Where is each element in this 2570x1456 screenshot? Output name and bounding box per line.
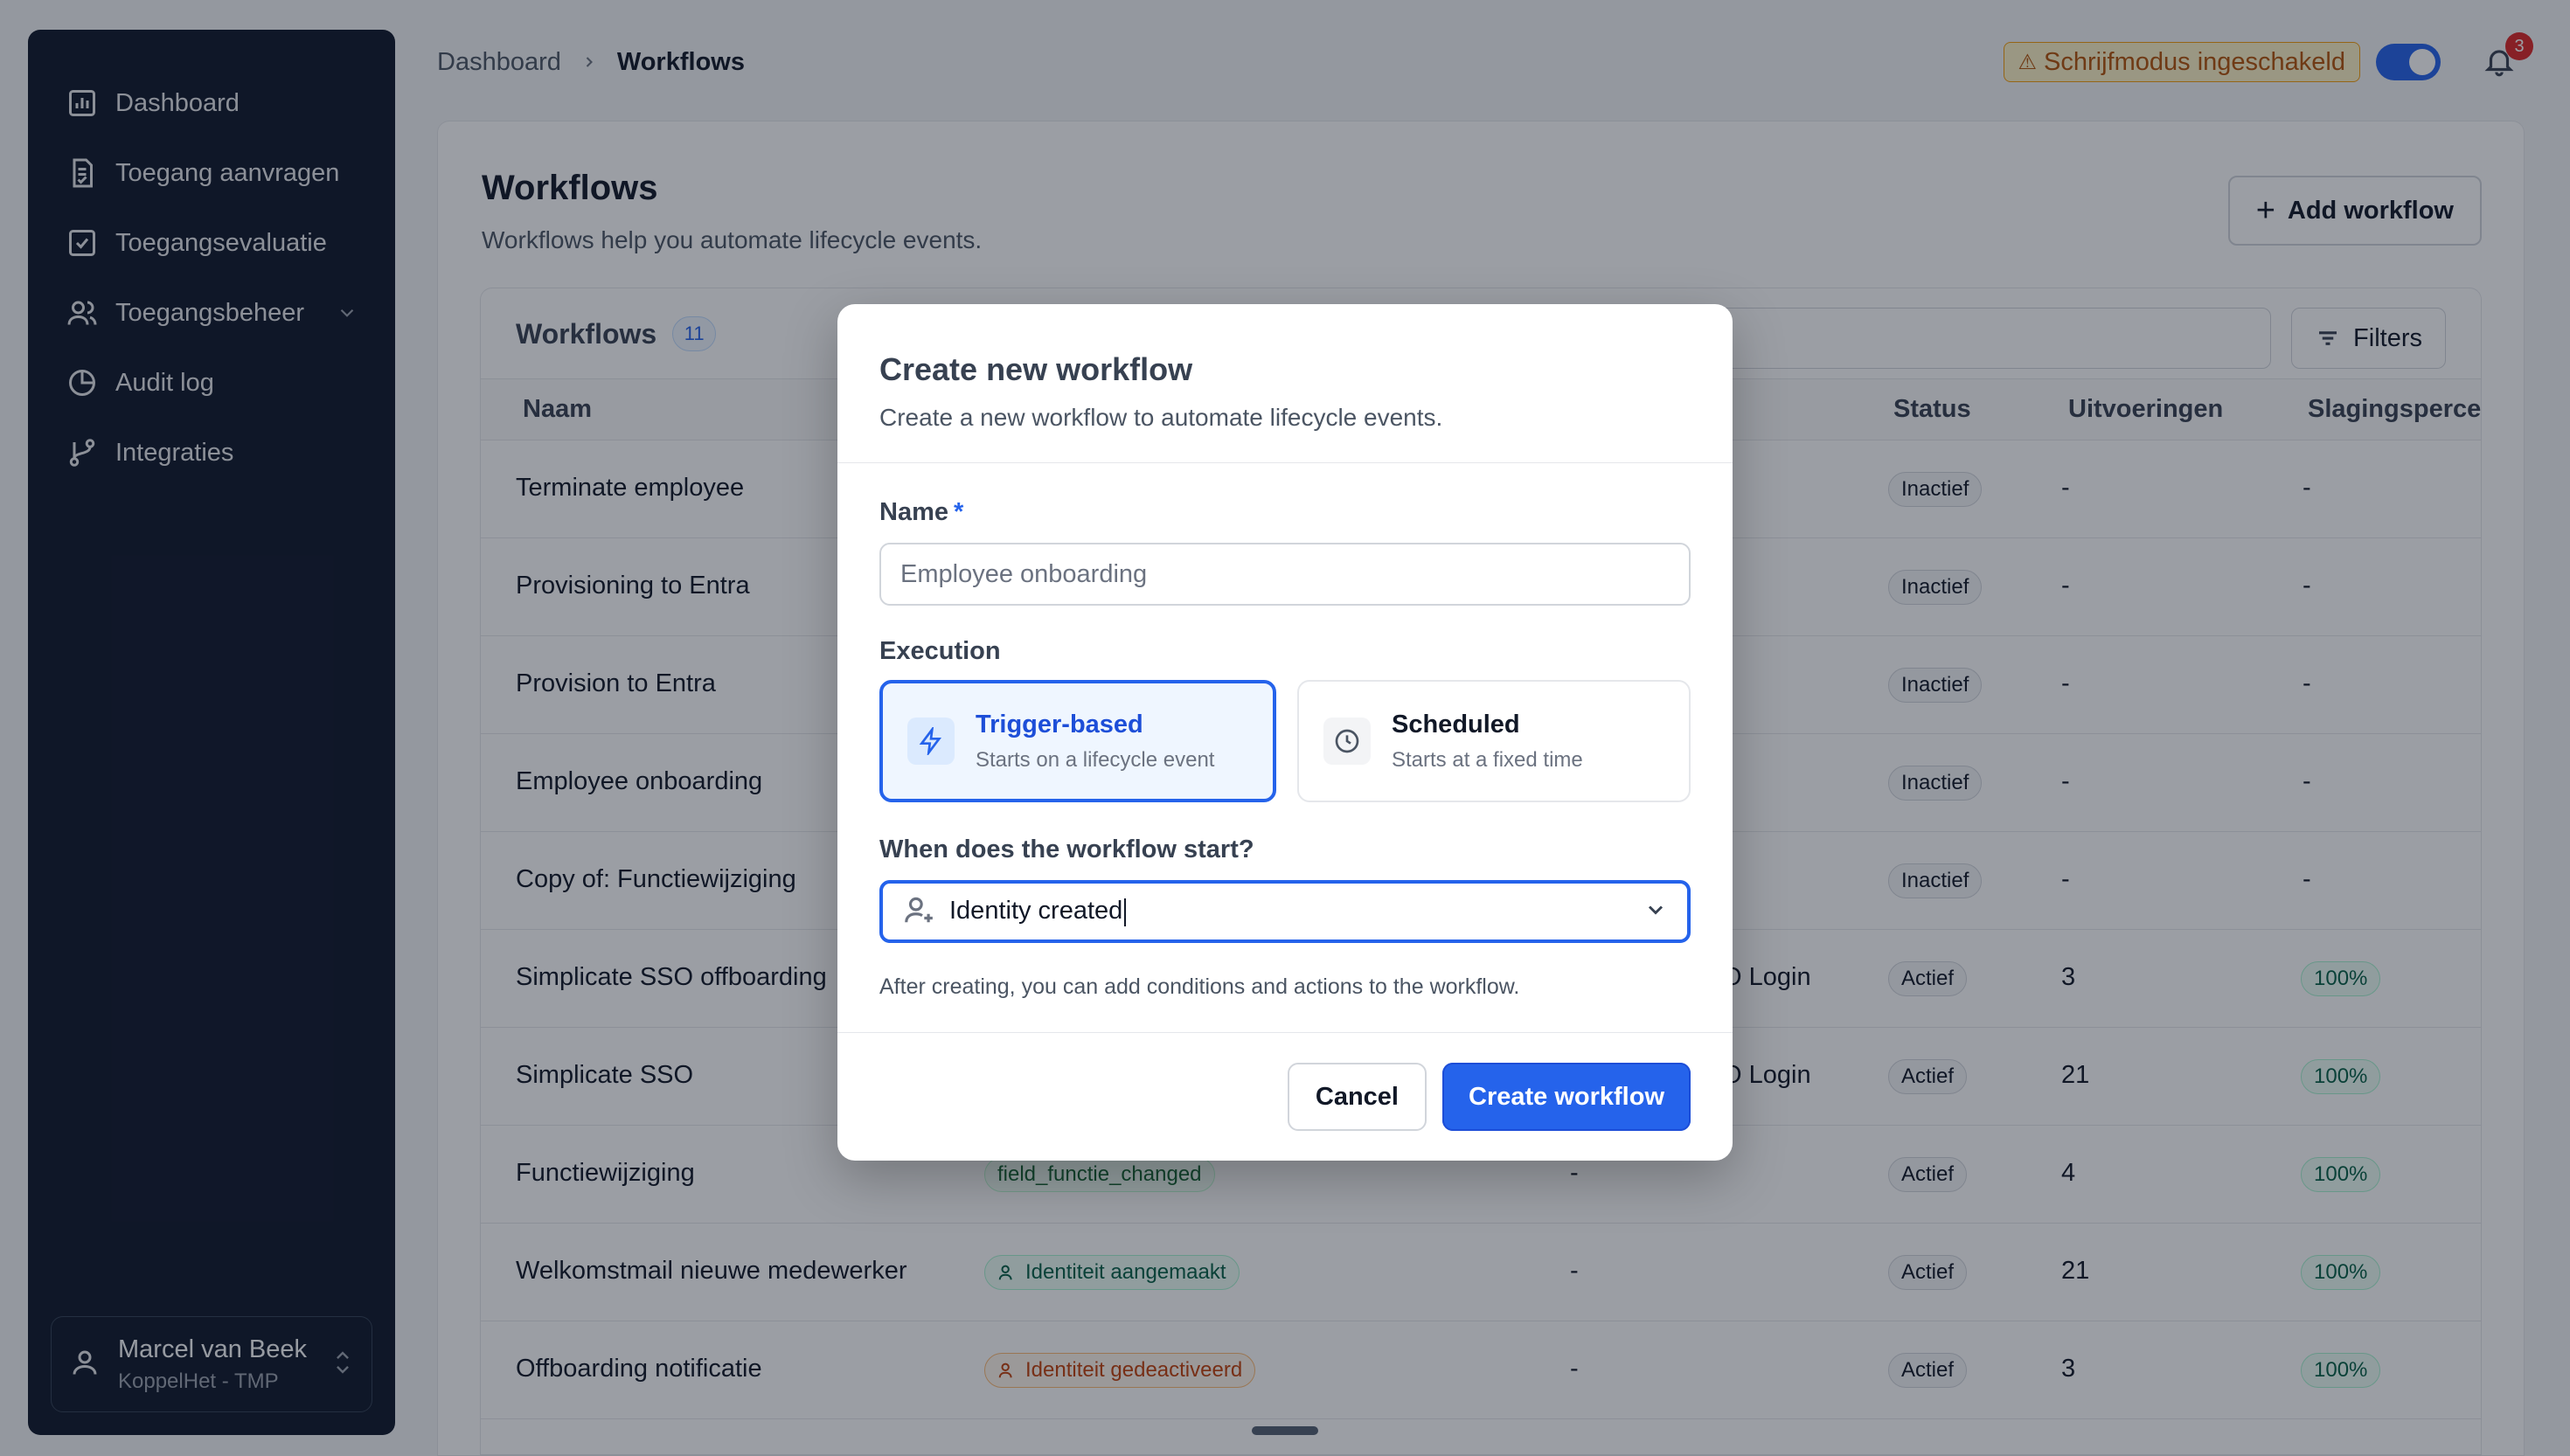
name-label-text: Name xyxy=(879,498,948,526)
workflow-name-input[interactable] xyxy=(879,543,1691,606)
option-title: Scheduled xyxy=(1392,710,1520,738)
clock-icon xyxy=(1323,718,1371,765)
app-window: Dashboard Toegang aanvragen Toegangseval… xyxy=(0,0,2570,1456)
cancel-button[interactable]: Cancel xyxy=(1287,1063,1427,1131)
execution-label: Execution xyxy=(879,637,1001,665)
user-plus-icon xyxy=(902,893,935,931)
dialog-title: Create new workflow xyxy=(879,351,1193,387)
option-title: Trigger-based xyxy=(976,710,1143,738)
dialog-subtitle: Create a new workflow to automate lifecy… xyxy=(879,404,1443,431)
create-workflow-dialog: Create new workflow Create a new workflo… xyxy=(837,304,1733,1161)
start-trigger-label: When does the workflow start? xyxy=(879,835,1254,863)
name-label: Name * xyxy=(879,498,1691,527)
option-scheduled[interactable]: Scheduled Starts at a fixed time xyxy=(1297,680,1691,802)
start-trigger-select[interactable]: Identity created xyxy=(879,880,1691,943)
chevron-down-icon[interactable] xyxy=(1643,898,1668,926)
option-description: Starts at a fixed time xyxy=(1392,747,1583,772)
dialog-hint: After creating, you can add conditions a… xyxy=(879,974,1520,999)
option-description: Starts on a lifecycle event xyxy=(976,747,1215,772)
execution-options: Trigger-based Starts on a lifecycle even… xyxy=(879,680,1691,802)
lightning-icon xyxy=(907,718,955,765)
create-workflow-button[interactable]: Create workflow xyxy=(1442,1063,1691,1131)
option-trigger-based[interactable]: Trigger-based Starts on a lifecycle even… xyxy=(879,680,1276,802)
text-cursor xyxy=(1124,898,1127,926)
scroll-handle[interactable] xyxy=(1252,1426,1318,1435)
start-trigger-value: Identity created xyxy=(949,897,1123,926)
required-mark: * xyxy=(954,498,964,526)
